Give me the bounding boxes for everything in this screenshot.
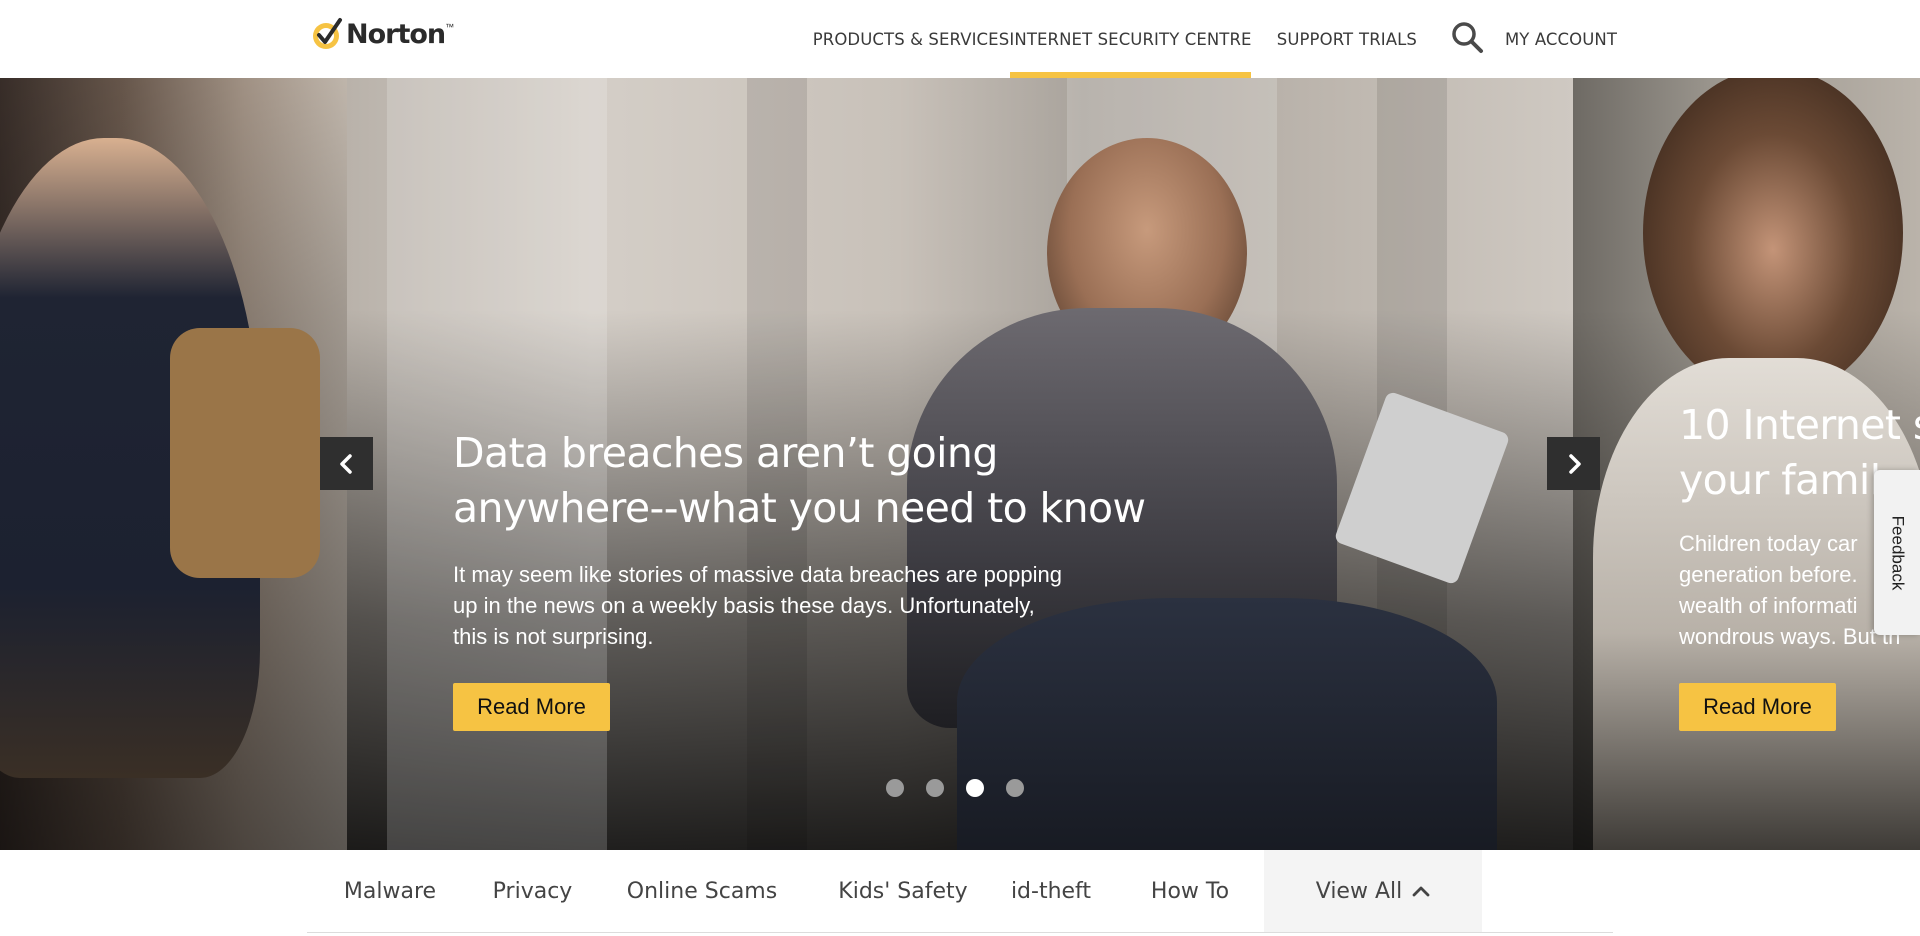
- nav-products-services[interactable]: PRODUCTS & SERVICES: [813, 0, 1009, 78]
- category-divider: [307, 932, 1613, 933]
- carousel-dot-3[interactable]: [966, 779, 984, 797]
- category-how-to[interactable]: How To: [1140, 850, 1240, 932]
- norton-logo[interactable]: Norton ™: [310, 16, 454, 52]
- category-privacy[interactable]: Privacy: [480, 850, 585, 932]
- site-header: Norton ™ PRODUCTS & SERVICES INTERNET SE…: [0, 0, 1920, 78]
- carousel-dot-2[interactable]: [926, 779, 944, 797]
- next-slide-description: Children today car generation before. we…: [1679, 531, 1901, 649]
- slide-description: It may seem like stories of massive data…: [453, 562, 1062, 649]
- logo-wordmark: Norton: [346, 18, 446, 50]
- category-online-scams[interactable]: Online Scams: [622, 850, 782, 932]
- nav-my-account[interactable]: MY ACCOUNT: [1505, 0, 1617, 78]
- chevron-left-icon: [339, 453, 352, 474]
- chevron-up-icon: [1412, 886, 1430, 897]
- category-bar: Malware Privacy Online Scams Kids' Safet…: [0, 850, 1920, 936]
- carousel-next-button[interactable]: [1547, 437, 1600, 490]
- chevron-right-icon: [1568, 453, 1581, 474]
- category-malware[interactable]: Malware: [337, 850, 443, 932]
- slide-previous-image: [0, 78, 347, 850]
- norton-check-icon: [313, 18, 342, 49]
- feedback-tab[interactable]: Feedback: [1874, 470, 1920, 635]
- carousel-dots: [886, 779, 1024, 797]
- nav-internet-security-centre[interactable]: INTERNET SECURITY CENTRE: [1009, 0, 1251, 78]
- slide-title: Data breaches aren’t going anywhere--wha…: [453, 429, 1146, 532]
- category-id-theft[interactable]: id-theft: [1005, 850, 1097, 932]
- carousel-dot-4[interactable]: [1006, 779, 1024, 797]
- page: Norton ™ PRODUCTS & SERVICES INTERNET SE…: [0, 0, 1920, 936]
- nav-trials[interactable]: TRIALS: [1355, 0, 1421, 78]
- read-more-button[interactable]: Read More: [453, 683, 610, 731]
- category-kids-safety[interactable]: Kids' Safety: [822, 850, 984, 932]
- search-icon[interactable]: [1450, 20, 1484, 54]
- hero-carousel: Data breaches aren’t going anywhere--wha…: [0, 78, 1920, 850]
- carousel-dot-1[interactable]: [886, 779, 904, 797]
- next-slide-read-more-button[interactable]: Read More: [1679, 683, 1836, 731]
- view-all-button[interactable]: View All: [1264, 850, 1482, 932]
- carousel-prev-button[interactable]: [320, 437, 373, 490]
